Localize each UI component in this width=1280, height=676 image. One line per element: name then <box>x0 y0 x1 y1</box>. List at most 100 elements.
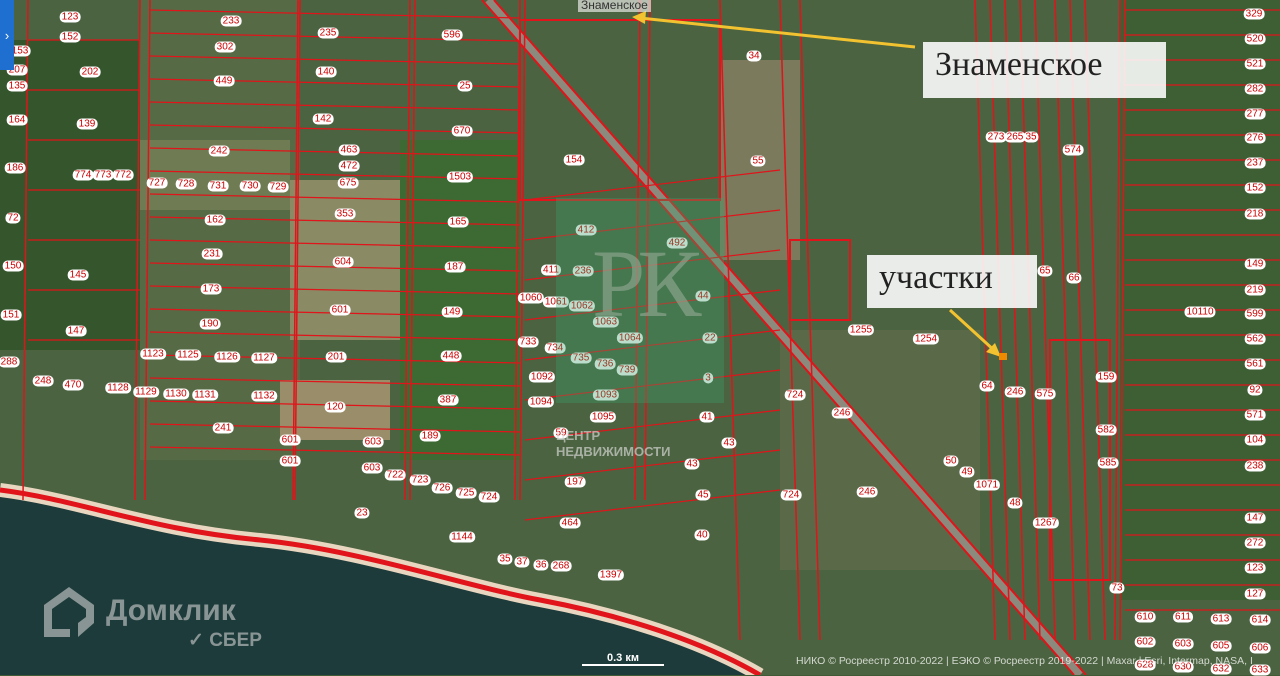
parcel-label[interactable]: 123 <box>59 11 81 23</box>
parcel-label[interactable]: 277 <box>1244 108 1266 120</box>
parcel-label[interactable]: 55 <box>750 155 766 167</box>
parcel-label[interactable]: 36 <box>533 559 549 571</box>
parcel-label[interactable]: 66 <box>1066 272 1082 284</box>
parcel-label[interactable]: 463 <box>338 144 360 156</box>
parcel-label[interactable]: 238 <box>1244 460 1266 472</box>
parcel-label[interactable]: 120 <box>324 401 346 413</box>
parcel-label[interactable]: 173 <box>200 283 222 295</box>
parcel-label[interactable]: 724 <box>784 389 806 401</box>
parcel-label[interactable]: 149 <box>1244 258 1266 270</box>
parcel-label[interactable]: 246 <box>856 486 878 498</box>
parcel-label[interactable]: 50 <box>943 455 959 467</box>
parcel-label[interactable]: 142 <box>312 113 334 125</box>
parcel-label[interactable]: 43 <box>721 437 737 449</box>
parcel-label[interactable]: 1131 <box>192 389 218 401</box>
parcel-label[interactable]: 611 <box>1173 611 1193 623</box>
parcel-label[interactable]: 1254 <box>912 333 940 345</box>
parcel-label[interactable]: 187 <box>444 261 466 273</box>
parcel-label[interactable]: 464 <box>559 517 581 529</box>
parcel-label[interactable]: 202 <box>79 66 101 78</box>
parcel-label[interactable]: 353 <box>334 208 356 220</box>
parcel-label[interactable]: 37 <box>514 556 530 568</box>
parcel-label[interactable]: 571 <box>1244 409 1266 421</box>
parcel-label[interactable]: 48 <box>1007 497 1023 509</box>
parcel-label[interactable]: 190 <box>199 318 221 330</box>
parcel-label[interactable]: 1126 <box>214 351 240 363</box>
parcel-label[interactable]: 1092 <box>528 371 556 383</box>
parcel-label[interactable]: 152 <box>1244 182 1266 194</box>
parcel-label[interactable]: 1128 <box>105 382 131 394</box>
parcel-label[interactable]: 235 <box>317 27 339 39</box>
parcel-label[interactable]: 601 <box>279 455 301 467</box>
parcel-label[interactable]: 164 <box>6 114 28 126</box>
parcel-label[interactable]: 601 <box>329 304 351 316</box>
parcel-label[interactable]: 49 <box>959 466 975 478</box>
parcel-label[interactable]: 218 <box>1244 208 1266 220</box>
parcel-label[interactable]: 135 <box>6 80 28 92</box>
parcel-label[interactable]: 25 <box>457 80 473 92</box>
parcel-label[interactable]: 1123 <box>140 348 166 360</box>
parcel-label[interactable]: 724 <box>478 491 500 503</box>
parcel-label[interactable]: 147 <box>1244 512 1266 524</box>
parcel-label[interactable]: 729 <box>267 181 289 193</box>
parcel-label[interactable]: 1071 <box>973 479 1001 491</box>
parcel-label[interactable]: 154 <box>563 154 585 166</box>
parcel-label[interactable]: 41 <box>699 411 715 423</box>
parcel-label[interactable]: 104 <box>1244 434 1266 446</box>
parcel-label[interactable]: 288 <box>0 356 20 368</box>
parcel-label[interactable]: 774 <box>72 169 94 181</box>
parcel-label[interactable]: 197 <box>564 476 586 488</box>
parcel-label[interactable]: 613 <box>1210 613 1232 625</box>
parcel-label[interactable]: 265 <box>1004 131 1026 143</box>
parcel-label[interactable]: 35 <box>1023 131 1039 143</box>
parcel-label[interactable]: 34 <box>746 50 762 62</box>
parcel-label[interactable]: 150 <box>2 260 24 272</box>
parcel-label[interactable]: 727 <box>146 177 168 189</box>
parcel-label[interactable]: 1255 <box>847 324 875 336</box>
parcel-label[interactable]: 1132 <box>251 390 277 402</box>
parcel-label[interactable]: 772 <box>112 169 134 181</box>
parcel-label[interactable]: 186 <box>4 162 26 174</box>
parcel-label[interactable]: 23 <box>354 507 370 519</box>
parcel-label[interactable]: 724 <box>780 489 802 501</box>
parcel-label[interactable]: 73 <box>1109 582 1125 594</box>
parcel-label[interactable]: 151 <box>0 309 22 321</box>
parcel-label[interactable]: 35 <box>497 553 513 565</box>
parcel-label[interactable]: 145 <box>67 269 89 281</box>
parcel-label[interactable]: 575 <box>1034 388 1056 400</box>
parcel-label[interactable]: 233 <box>220 15 242 27</box>
parcel-label[interactable]: 40 <box>694 529 710 541</box>
parcel-label[interactable]: 1125 <box>175 349 201 361</box>
parcel-label[interactable]: 562 <box>1244 333 1266 345</box>
parcel-label[interactable]: 520 <box>1244 33 1266 45</box>
parcel-label[interactable]: 1129 <box>133 386 159 398</box>
parcel-label[interactable]: 140 <box>315 66 337 78</box>
parcel-label[interactable]: 268 <box>550 560 572 572</box>
parcel-label[interactable]: 725 <box>455 487 477 499</box>
parcel-label[interactable]: 1503 <box>446 171 474 183</box>
parcel-label[interactable]: 1144 <box>449 531 475 543</box>
parcel-label[interactable]: 1127 <box>251 352 277 364</box>
parcel-label[interactable]: 606 <box>1249 642 1271 654</box>
parcel-label[interactable]: 773 <box>92 169 114 181</box>
parcel-label[interactable]: 123 <box>1244 562 1266 574</box>
parcel-label[interactable]: 723 <box>409 474 431 486</box>
parcel-label[interactable]: 241 <box>212 422 234 434</box>
parcel-label[interactable]: 72 <box>5 212 21 224</box>
parcel-label[interactable]: 1130 <box>163 388 189 400</box>
parcel-label[interactable]: 561 <box>1244 358 1266 370</box>
parcel-label[interactable]: 603 <box>1172 638 1194 650</box>
parcel-label[interactable]: 1397 <box>597 569 625 581</box>
parcel-label[interactable]: 152 <box>59 31 81 43</box>
parcel-label[interactable]: 601 <box>279 434 301 446</box>
parcel-label[interactable]: 149 <box>441 306 463 318</box>
parcel-label[interactable]: 246 <box>831 407 853 419</box>
parcel-label[interactable]: 139 <box>76 118 98 130</box>
parcel-label[interactable]: 246 <box>1004 386 1026 398</box>
parcel-label[interactable]: 599 <box>1244 308 1266 320</box>
parcel-label[interactable]: 45 <box>695 489 711 501</box>
parcel-label[interactable]: 730 <box>239 180 261 192</box>
parcel-label[interactable]: 147 <box>65 325 87 337</box>
parcel-label[interactable]: 1267 <box>1032 517 1060 529</box>
parcel-label[interactable]: 162 <box>204 214 226 226</box>
